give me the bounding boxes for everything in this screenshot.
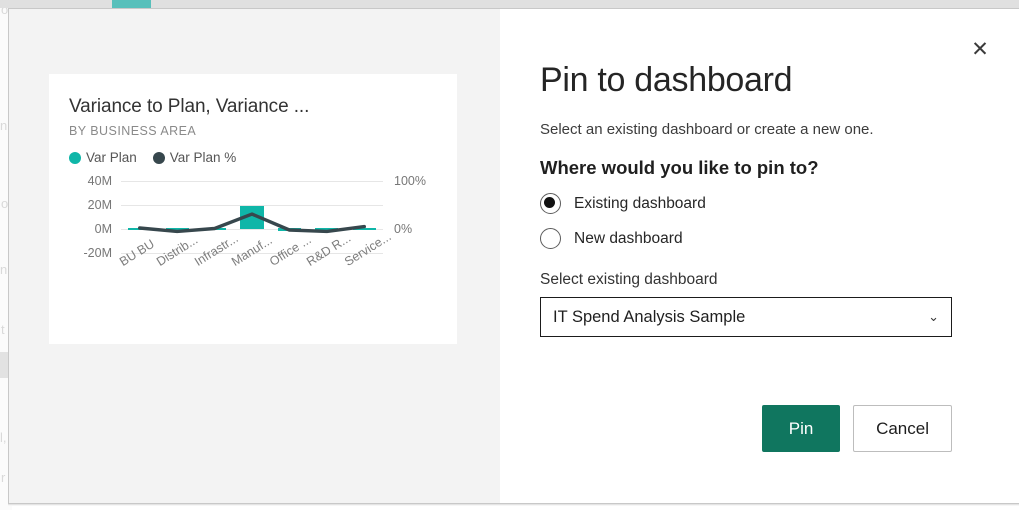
background-text-fragment: n — [0, 118, 8, 133]
pin-form-pane: ✕ Pin to dashboard Select an existing da… — [500, 9, 1019, 503]
chart-y-tick-label: 20M — [87, 198, 112, 212]
legend-var-plan-pct: Var Plan % — [152, 150, 237, 165]
chart-y-tick-label: -20M — [83, 246, 112, 260]
legend-var-plan: Var Plan — [69, 150, 137, 165]
background-text-fragment: r — [1, 470, 6, 485]
background-text-fragment: n — [0, 262, 8, 277]
chart: 40M 20M 0M -20M 100% 0% BU BU Distrib... Infras… — [69, 174, 437, 315]
chart-y-tick-label: 0M — [94, 222, 112, 236]
select-value: IT Spend Analysis Sample — [553, 307, 746, 326]
chart-legend: Var Plan Var Plan % — [69, 150, 437, 165]
pin-to-dashboard-dialog: Variance to Plan, Variance ... BY BUSINE… — [8, 8, 1019, 504]
chevron-down-icon: ⌄ — [928, 309, 939, 325]
page-title: Pin to dashboard — [540, 61, 793, 99]
legend-item-label: Var Plan — [86, 150, 137, 165]
form-description: Select an existing dashboard or create a… — [540, 121, 874, 138]
chart-y2-tick-label: 100% — [394, 174, 426, 188]
dialog-actions: Pin Cancel — [540, 405, 952, 452]
select-dashboard-label: Select existing dashboard — [540, 271, 718, 288]
legend-swatch-icon — [152, 151, 165, 164]
chart-x-axis-labels: BU BU Distrib... Infrastr... Manuf... Office… — [117, 229, 393, 313]
radio-existing-dashboard[interactable]: Existing dashboard — [540, 193, 1019, 214]
radio-label: New dashboard — [574, 229, 683, 247]
top-strip — [0, 0, 1019, 8]
close-icon[interactable]: ✕ — [963, 32, 997, 66]
tile-title: Variance to Plan, Variance ... — [69, 96, 310, 117]
radio-label: Existing dashboard — [574, 194, 706, 212]
background-text-fragment: t — [1, 322, 5, 337]
visual-preview-pane: Variance to Plan, Variance ... BY BUSINE… — [9, 9, 500, 503]
radio-new-dashboard[interactable]: New dashboard — [540, 228, 1019, 249]
chart-y-tick-label: 40M — [87, 174, 112, 188]
radio-button-icon[interactable] — [540, 193, 561, 214]
pin-button[interactable]: Pin — [762, 405, 841, 452]
select-existing-dashboard-dropdown[interactable]: IT Spend Analysis Sample ⌄ — [540, 297, 952, 337]
form-question: Where would you like to pin to? — [540, 157, 819, 178]
cancel-button[interactable]: Cancel — [853, 405, 952, 452]
radio-button-icon[interactable] — [540, 228, 561, 249]
tile-subtitle: BY BUSINESS AREA — [69, 124, 197, 138]
background-text-fragment: l, — [0, 430, 7, 445]
visual-tile: Variance to Plan, Variance ... BY BUSINE… — [49, 74, 457, 344]
legend-item-label: Var Plan % — [169, 150, 237, 165]
legend-swatch-icon — [69, 151, 81, 164]
